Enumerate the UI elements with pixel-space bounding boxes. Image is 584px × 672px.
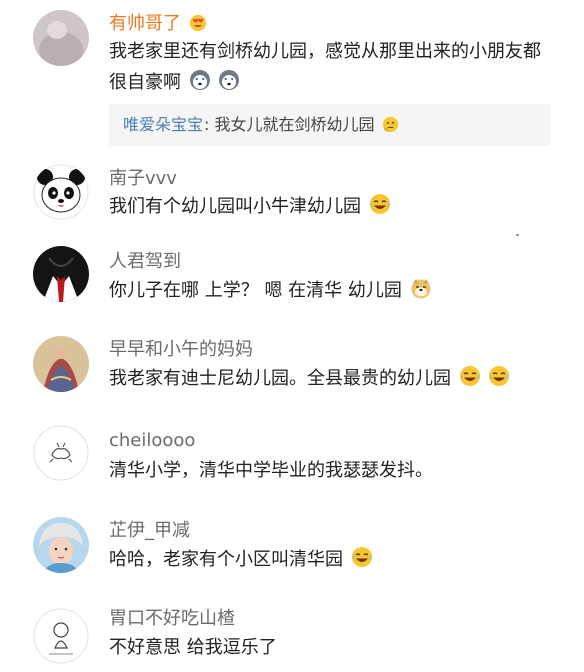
comment-text-content: 我们有个幼儿园叫小牛津幼儿园 xyxy=(109,196,361,217)
comment-text: 清华小学，清华中学毕业的我瑟瑟发抖。 xyxy=(109,455,554,486)
comment-text: 我们有个幼儿园叫小牛津幼儿园 xyxy=(109,191,554,222)
thinking-emoji-icon xyxy=(382,116,398,133)
laugh-cry-emoji-icon xyxy=(489,366,510,386)
comment-username[interactable]: 有帅哥了 xyxy=(109,12,207,36)
comment-username[interactable]: 胃口不好吃山楂 xyxy=(109,607,235,631)
avatar[interactable] xyxy=(33,164,89,220)
comment-item: 芷伊_甲减 哈哈，老家有个小区叫清华园 xyxy=(0,510,584,600)
avatar[interactable] xyxy=(33,10,89,66)
doge-emoji-icon xyxy=(411,279,431,299)
comment-text: 我老家有迪士尼幼儿园。全县最贵的幼儿园 xyxy=(109,363,554,394)
laugh-cry-emoji-icon xyxy=(351,547,372,567)
reply-box[interactable]: 唯爱朵宝宝 : 我女儿就在剑桥幼儿园 xyxy=(109,104,551,146)
comment-text-content: 不好意思 给我逗乐了 xyxy=(109,637,277,658)
comment-text-content: 我老家有迪士尼幼儿园。全县最贵的幼儿园 xyxy=(109,368,451,389)
comment-text: 你儿子在哪 上学？ 嗯 在清华 幼儿园 xyxy=(109,275,554,306)
comment-item: 早早和小午的妈妈 我老家有迪士尼幼儿园。全县最贵的幼儿园 xyxy=(0,330,584,420)
comment-text: 哈哈，老家有个小区叫清华园 xyxy=(109,544,554,575)
avatar[interactable] xyxy=(33,517,89,573)
reply-username[interactable]: 唯爱朵宝宝 xyxy=(123,114,203,136)
reply-text: : 我女儿就在剑桥幼儿园 xyxy=(204,114,399,136)
comment-username[interactable]: 南子vvv xyxy=(109,167,177,191)
avatar[interactable] xyxy=(33,246,89,302)
comment-text-content: 我老家里还有剑桥幼儿园，感觉从那里出来的小朋友都很自豪啊 xyxy=(109,41,541,93)
comment-item: 南子vvv 我们有个幼儿园叫小牛津幼儿园 xyxy=(0,160,584,240)
comment-text-content: 清华小学，清华中学毕业的我瑟瑟发抖。 xyxy=(109,460,433,481)
comment-text-content: 哈哈，老家有个小区叫清华园 xyxy=(109,549,343,570)
avatar[interactable] xyxy=(33,336,89,392)
comment-text: 不好意思 给我逗乐了 xyxy=(109,632,554,663)
avatar[interactable] xyxy=(33,608,89,664)
reply-text-content: : 我女儿就在剑桥幼儿园 xyxy=(204,115,375,134)
husky-emoji-icon xyxy=(189,70,210,90)
comment-item: 人君驾到 你儿子在哪 上学？ 嗯 在清华 幼儿园 xyxy=(0,240,584,330)
username-text[interactable]: 有帅哥了 xyxy=(109,13,181,34)
comment-item: cheiloooo 清华小学，清华中学毕业的我瑟瑟发抖。 xyxy=(0,420,584,510)
comment-item: 有帅哥了 我老家里还有剑桥幼儿园，感觉从那里出来的小朋友都很自豪啊 唯爱朵宝宝 … xyxy=(0,0,584,160)
avatar[interactable] xyxy=(33,425,89,481)
comment-username[interactable]: cheiloooo xyxy=(109,429,195,453)
comment-username[interactable]: 人君驾到 xyxy=(109,250,181,274)
comment-item: 胃口不好吃山楂 不好意思 给我逗乐了 xyxy=(0,600,584,672)
comment-username[interactable]: 芷伊_甲减 xyxy=(109,519,190,543)
comment-text-content: 你儿子在哪 上学？ 嗯 在清华 幼儿园 xyxy=(109,280,402,301)
laugh-cry-emoji-icon xyxy=(459,366,480,386)
comment-username[interactable]: 早早和小午的妈妈 xyxy=(109,338,253,362)
heart-eyes-emoji-icon xyxy=(189,14,206,32)
laugh-cry-emoji-icon xyxy=(369,194,390,214)
husky-emoji-icon xyxy=(219,70,240,90)
comment-text: 我老家里还有剑桥幼儿园，感觉从那里出来的小朋友都很自豪啊 xyxy=(109,36,554,98)
